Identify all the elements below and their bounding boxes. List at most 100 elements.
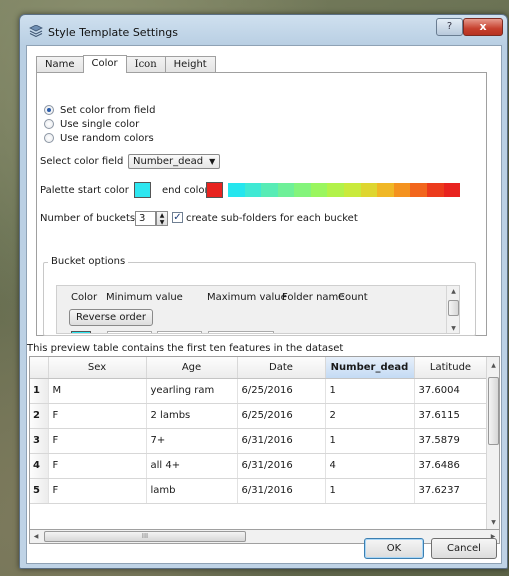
column-header-sex[interactable]: Sex [48, 357, 147, 379]
cell-age: yearling ram [146, 378, 238, 404]
table-row[interactable]: 4 F all 4+ 6/31/2016 4 37.6486 [30, 453, 488, 479]
radio-button-checked[interactable] [44, 105, 54, 115]
row-number: 5 [30, 478, 49, 504]
table-row[interactable]: 3 F 7+ 6/31/2016 1 37.5879 [30, 428, 488, 454]
title-bar[interactable]: Style Template Settings ? x [20, 15, 507, 45]
palette-color-step [244, 183, 262, 197]
cell-number-dead: 4 [325, 453, 415, 479]
tab-icon[interactable]: Icon [125, 56, 166, 73]
radio-button[interactable] [44, 119, 54, 129]
cell-number-dead: 1 [325, 478, 415, 504]
close-button[interactable]: x [463, 18, 503, 36]
radio-label: Set color from field [60, 104, 156, 116]
chevron-down-icon: ▼ [209, 157, 216, 166]
preview-vertical-scrollbar[interactable]: ▲ ▼ [486, 357, 499, 529]
bucket-col-max: Maximum value [207, 292, 287, 303]
palette-start-swatch[interactable] [134, 182, 151, 198]
ok-button[interactable]: OK [364, 538, 424, 559]
bucket-min-input[interactable] [107, 331, 152, 333]
select-value: Number_dead [133, 156, 204, 167]
radio-label: Use single color [60, 118, 140, 130]
cell-latitude: 37.6237 [414, 478, 488, 504]
column-header-number-dead[interactable]: Number_dead [325, 357, 415, 379]
cell-number-dead: 1 [325, 428, 415, 454]
row-number: 1 [30, 378, 49, 404]
cell-date: 6/31/2016 [237, 453, 326, 479]
cell-sex: F [48, 453, 147, 479]
palette-end-swatch[interactable] [206, 182, 223, 198]
palette-start-label: Palette start color [40, 185, 129, 196]
palette-color-step [377, 183, 394, 197]
cancel-button[interactable]: Cancel [431, 538, 497, 559]
scroll-down-icon[interactable]: ▼ [447, 323, 459, 333]
cell-number-dead: 1 [325, 378, 415, 404]
table-row[interactable]: 5 F lamb 6/31/2016 1 37.6237 [30, 478, 488, 504]
bucket-options-group: Bucket options Color Minimum value Maxim… [43, 256, 476, 336]
radio-button[interactable] [44, 133, 54, 143]
subfolders-label: create sub-folders for each bucket [186, 213, 358, 224]
select-field-label: Select color field [40, 156, 124, 167]
palette-gradient-preview [228, 183, 461, 197]
palette-color-step [393, 183, 411, 197]
style-template-settings-dialog: Style Template Settings ? x Name Color I… [19, 14, 508, 569]
tab-color[interactable]: Color [82, 55, 127, 73]
cell-age: lamb [146, 478, 238, 504]
radio-single-color[interactable]: Use single color [44, 117, 139, 131]
row-number: 2 [30, 403, 49, 429]
preview-table: Sex Age Date Number_dead Latitude 1 M ye… [29, 356, 500, 530]
window-title: Style Template Settings [48, 26, 178, 39]
preview-horizontal-scrollbar[interactable]: ◀ III ▶ [29, 530, 500, 544]
scroll-down-icon[interactable]: ▼ [487, 517, 499, 529]
cell-date: 6/25/2016 [237, 403, 326, 429]
radio-random-colors[interactable]: Use random colors [44, 131, 154, 145]
bucket-count-input[interactable]: 3 [135, 211, 156, 226]
palette-color-step [360, 183, 378, 197]
table-row[interactable]: 1 M yearling ram 6/25/2016 1 37.6004 [30, 378, 488, 404]
cell-date: 6/31/2016 [237, 428, 326, 454]
color-tab-panel: Set color from field Use single color Us… [36, 72, 487, 336]
column-header-index[interactable] [30, 357, 49, 379]
scroll-left-icon[interactable]: ◀ [30, 530, 42, 543]
row-number: 3 [30, 428, 49, 454]
subfolders-checkbox[interactable]: ✓ [172, 212, 183, 223]
palette-end-label: end color [162, 185, 209, 196]
cell-latitude: 37.5879 [414, 428, 488, 454]
radio-set-from-field[interactable]: Set color from field [44, 103, 155, 117]
scroll-up-icon[interactable]: ▲ [447, 286, 459, 298]
bucket-color-swatch[interactable] [71, 331, 91, 333]
dialog-content: Name Color Icon Height Set color from fi… [26, 45, 502, 564]
bucket-max-input[interactable] [157, 331, 202, 333]
help-button[interactable]: ? [436, 18, 463, 36]
column-header-age[interactable]: Age [146, 357, 238, 379]
palette-color-step [228, 183, 245, 197]
tab-name[interactable]: Name [36, 56, 84, 73]
bucket-col-color: Color [71, 292, 98, 303]
bucket-col-count: Count [338, 292, 368, 303]
cell-latitude: 37.6004 [414, 378, 488, 404]
tab-height[interactable]: Height [164, 56, 216, 73]
bucket-options-list: Color Minimum value Maximum value Folder… [56, 285, 460, 334]
preview-header-row: Sex Age Date Number_dead Latitude [30, 357, 488, 379]
bucket-count-stepper[interactable]: ▲ ▼ [156, 211, 168, 226]
table-row[interactable]: 2 F 2 lambs 6/25/2016 2 37.6115 [30, 403, 488, 429]
cell-latitude: 37.6115 [414, 403, 488, 429]
palette-color-step [426, 183, 444, 197]
column-header-latitude[interactable]: Latitude [414, 357, 488, 379]
scroll-up-icon[interactable]: ▲ [487, 360, 499, 372]
row-number: 4 [30, 453, 49, 479]
cell-sex: F [48, 478, 147, 504]
cell-latitude: 37.6486 [414, 453, 488, 479]
scroll-thumb[interactable] [488, 377, 499, 445]
color-field-select[interactable]: Number_dead ▼ [128, 154, 221, 169]
preview-note: This preview table contains the first te… [27, 343, 344, 354]
bucket-folder-input[interactable] [208, 331, 274, 333]
bucket-col-min: Minimum value [106, 292, 183, 303]
scroll-thumb[interactable] [448, 300, 459, 316]
scroll-thumb[interactable]: III [44, 531, 246, 542]
palette-color-step [310, 183, 328, 197]
bucket-count-value: 3 [139, 213, 146, 224]
column-header-date[interactable]: Date [237, 357, 326, 379]
cell-sex: F [48, 403, 147, 429]
reverse-order-button[interactable]: Reverse order [69, 309, 153, 326]
bucket-options-scrollbar[interactable]: ▲ ▼ [446, 286, 459, 333]
